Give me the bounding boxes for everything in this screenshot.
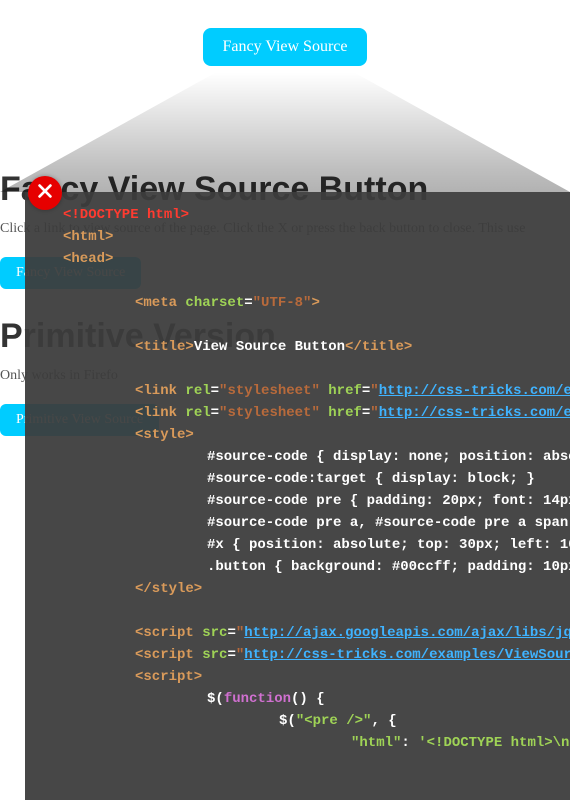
code-js-val: '<!DOCTYPE html>\n [418, 735, 569, 751]
code-link2-href: href [328, 405, 362, 421]
fancy-view-source-button[interactable]: Fancy View Source [203, 28, 368, 66]
code-css-5: #x { position: absolute; top: 30px; left… [207, 537, 570, 553]
close-icon [36, 182, 54, 205]
code-css-6: .button { background: #00ccff; padding: … [207, 559, 570, 575]
code-script1-src: src [202, 625, 227, 641]
code-link2-relval: "stylesheet" [219, 405, 320, 421]
code-js-1a: $( [207, 691, 224, 707]
code-link2-tag: <link [135, 405, 177, 421]
code-js-2a: $( [279, 713, 296, 729]
code-style-open: <style> [135, 427, 194, 443]
code-title-open: <title> [135, 339, 194, 355]
code-script2-src: src [202, 647, 227, 663]
code-link1-href: href [328, 383, 362, 399]
code-html-open: <html> [63, 229, 113, 245]
code-css-4: #source-code pre a, #source-code pre a s… [207, 515, 568, 531]
code-js-fn: function [224, 691, 291, 707]
code-style-close: </style> [135, 581, 202, 597]
beam-gradient [0, 72, 570, 192]
code-meta-tag: <meta [135, 295, 177, 311]
code-js-2b: , { [371, 713, 396, 729]
code-meta-attr: charset [185, 295, 244, 311]
code-css-1: #source-code { display: none; position: … [207, 449, 570, 465]
code-link1-rel: rel [185, 383, 210, 399]
code-css-3: #source-code pre { padding: 20px; font: … [207, 493, 570, 509]
code-script2-tag: <script [135, 647, 194, 663]
source-code-pre: <!DOCTYPE html> <html> <head> <meta char… [25, 192, 570, 754]
code-js-key: "html" [351, 735, 401, 751]
code-js-1b: () { [291, 691, 325, 707]
code-link1-tag: <link [135, 383, 177, 399]
source-code-overlay: <!DOCTYPE html> <html> <head> <meta char… [25, 192, 570, 800]
code-doctype: <!DOCTYPE html> [63, 207, 189, 223]
code-script2-url[interactable]: http://css-tricks.com/examples/ViewSour [244, 647, 570, 663]
code-link1-url[interactable]: http://css-tricks.com/e [379, 383, 570, 399]
code-script3-open: <script> [135, 669, 202, 685]
code-link2-url[interactable]: http://css-tricks.com/e [379, 405, 570, 421]
code-link1-relval: "stylesheet" [219, 383, 320, 399]
code-js-colon: : [401, 735, 418, 751]
code-head-open: <head> [63, 251, 113, 267]
code-script1-url[interactable]: http://ajax.googleapis.com/ajax/libs/jq [244, 625, 570, 641]
code-script1-tag: <script [135, 625, 194, 641]
code-js-2str: "<pre />" [296, 713, 372, 729]
code-link2-rel: rel [185, 405, 210, 421]
code-title-text: View Source Button [194, 339, 345, 355]
code-title-close: </title> [345, 339, 412, 355]
close-button[interactable] [28, 176, 62, 210]
code-meta-val: "UTF-8" [253, 295, 312, 311]
code-css-2: #source-code:target { display: block; } [207, 471, 535, 487]
code-meta-close: > [311, 295, 319, 311]
